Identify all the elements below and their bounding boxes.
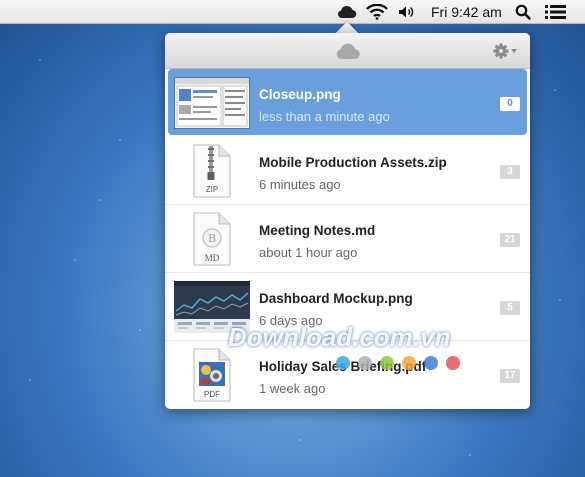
file-list-popover: Closeup.png less than a minute ago 0 ZIP xyxy=(165,33,530,409)
dashboard-thumbnail xyxy=(174,281,250,333)
cloud-icon[interactable] xyxy=(337,0,357,24)
count-badge: 3 xyxy=(500,165,520,179)
count-badge: 17 xyxy=(500,369,520,383)
file-time: 6 days ago xyxy=(259,313,323,328)
file-list: Closeup.png less than a minute ago 0 ZIP xyxy=(165,69,530,409)
markdown-file-icon: B MD xyxy=(192,212,232,271)
file-time: 1 week ago xyxy=(259,381,326,396)
file-row[interactable]: PDF Holiday Sales Briefing.pdf 1 week ag… xyxy=(165,341,530,409)
screenshot-thumbnail xyxy=(174,77,250,129)
zip-file-icon: ZIP xyxy=(192,144,232,203)
file-name: Closeup.png xyxy=(259,87,341,102)
file-time: 6 minutes ago xyxy=(259,177,341,192)
file-name: Dashboard Mockup.png xyxy=(259,291,413,306)
file-name: Holiday Sales Briefing.pdf xyxy=(259,359,427,374)
pdf-file-icon: PDF xyxy=(192,348,232,407)
count-badge: 21 xyxy=(500,233,520,247)
file-row[interactable]: ZIP Mobile Production Assets.zip 6 minut… xyxy=(165,137,530,205)
wifi-icon[interactable] xyxy=(366,0,388,24)
file-type-label: ZIP xyxy=(206,185,218,194)
file-row[interactable]: Dashboard Mockup.png 6 days ago 5 xyxy=(165,273,530,341)
menu-clock[interactable]: Fri 9:42 am xyxy=(431,0,502,24)
file-time: less than a minute ago xyxy=(259,109,390,124)
list-icon[interactable] xyxy=(545,0,566,24)
search-icon[interactable] xyxy=(515,0,531,24)
file-row[interactable]: Closeup.png less than a minute ago 0 xyxy=(168,69,527,135)
file-name: Mobile Production Assets.zip xyxy=(259,155,447,170)
count-badge: 0 xyxy=(500,97,520,111)
count-badge: 5 xyxy=(500,301,520,315)
file-row[interactable]: B MD Meeting Notes.md about 1 hour ago 2… xyxy=(165,205,530,273)
file-name: Meeting Notes.md xyxy=(259,223,376,238)
file-type-label: PDF xyxy=(204,390,220,399)
popover-header xyxy=(165,33,530,69)
gear-icon[interactable] xyxy=(493,43,519,64)
file-time: about 1 hour ago xyxy=(259,245,358,260)
cloud-icon xyxy=(335,42,361,65)
menu-bar: Fri 9:42 am xyxy=(0,0,585,24)
svg-text:B: B xyxy=(208,232,216,245)
volume-icon[interactable] xyxy=(398,0,414,24)
file-type-label: MD xyxy=(205,253,220,263)
